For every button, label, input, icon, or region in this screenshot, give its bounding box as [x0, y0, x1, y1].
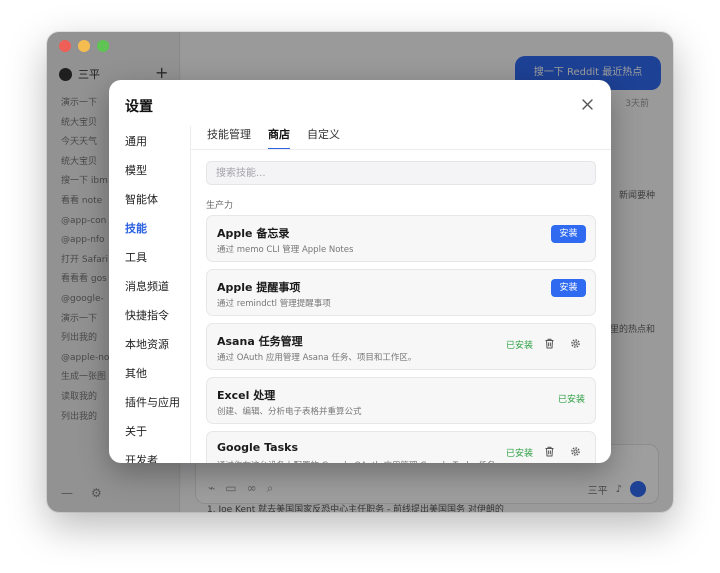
nav-item[interactable]: 快捷指令: [109, 301, 190, 330]
gear-icon: [570, 334, 581, 353]
close-icon: [581, 98, 593, 110]
skill-description: 通过 OAuth 应用管理 Asana 任务、项目和工作区。: [217, 353, 417, 363]
installed-status: 已安装: [505, 449, 533, 459]
dialog-title: 设置: [125, 99, 153, 115]
zoom-window-button[interactable]: [97, 40, 109, 52]
gear-icon: [570, 442, 581, 461]
tab[interactable]: 技能管理: [207, 126, 251, 150]
skill-description: 通过 memo CLI 管理 Apple Notes: [217, 245, 354, 255]
skill-settings-button[interactable]: [568, 336, 582, 350]
nav-item[interactable]: 模型: [109, 156, 190, 185]
skill-name: Excel 处理: [217, 389, 276, 402]
skill-name: Asana 任务管理: [217, 335, 303, 348]
delete-skill-button[interactable]: [542, 336, 556, 350]
minimize-window-button[interactable]: [78, 40, 90, 52]
close-button[interactable]: [575, 92, 599, 116]
window-controls: [59, 40, 109, 52]
skill-description: 创建、编辑、分析电子表格并重算公式: [217, 407, 362, 417]
skill-name: Apple 提醒事项: [217, 281, 301, 294]
nav-item[interactable]: 工具: [109, 243, 190, 272]
skill-search-input[interactable]: [206, 161, 596, 185]
skill-settings-button[interactable]: [568, 444, 582, 458]
skill-card: Apple 提醒事项通过 remindctl 管理提醒事项 安装: [206, 269, 596, 316]
nav-item[interactable]: 通用: [109, 127, 190, 156]
nav-item[interactable]: 智能体: [109, 185, 190, 214]
skill-card: Apple 备忘录通过 memo CLI 管理 Apple Notes 安装: [206, 215, 596, 262]
nav-item[interactable]: 技能: [109, 214, 190, 243]
settings-nav: 通用 模型 智能体 技能 工具 消息频道 快捷指令 本地资源 其他 插件与应用 关于 开发者: [109, 127, 190, 463]
tab[interactable]: 自定义: [307, 126, 340, 150]
skills-tabs: 技能管理 商店 自定义: [207, 126, 340, 150]
settings-dialog: 设置 通用 模型 智能体 技能 工具 消息频道 快捷指令 本地资源 其他 插件与应用 关于 开发者 技…: [109, 80, 611, 463]
nav-item[interactable]: 消息频道: [109, 272, 190, 301]
tab[interactable]: 商店: [268, 126, 290, 150]
skill-description: 通过你在这台设备上配置的 Google OAuth 应用管理 Google Ta…: [217, 459, 495, 463]
nav-item[interactable]: 插件与应用: [109, 388, 190, 417]
skill-name: Google Tasks: [217, 441, 298, 454]
skill-description: 通过 remindctl 管理提醒事项: [217, 299, 331, 309]
nav-item[interactable]: 本地资源: [109, 330, 190, 359]
skill-card: Google Tasks 通过你在这台设备上配置的 Google OAuth 应用…: [206, 431, 596, 463]
tabs-divider: [191, 149, 611, 150]
installed-status: 已安装: [557, 395, 585, 405]
skill-card: Excel 处理创建、编辑、分析电子表格并重算公式 已安装: [206, 377, 596, 424]
installed-status: 已安装: [505, 341, 533, 351]
nav-item[interactable]: 开发者: [109, 446, 190, 463]
skill-name: Apple 备忘录: [217, 227, 290, 240]
nav-item[interactable]: 关于: [109, 417, 190, 446]
close-window-button[interactable]: [59, 40, 71, 52]
trash-icon: [544, 334, 555, 353]
trash-icon: [544, 442, 555, 461]
skill-card: Asana 任务管理通过 OAuth 应用管理 Asana 任务、项目和工作区。…: [206, 323, 596, 370]
settings-content: 技能管理商店自定义 生产力 Apple 备忘录通过 memo CLI 管理 Ap…: [190, 126, 611, 463]
delete-skill-button[interactable]: [542, 444, 556, 458]
nav-item[interactable]: 其他: [109, 359, 190, 388]
section-label: 生产力: [206, 201, 234, 211]
install-button[interactable]: 安装: [551, 279, 586, 297]
install-button[interactable]: 安装: [551, 225, 586, 243]
